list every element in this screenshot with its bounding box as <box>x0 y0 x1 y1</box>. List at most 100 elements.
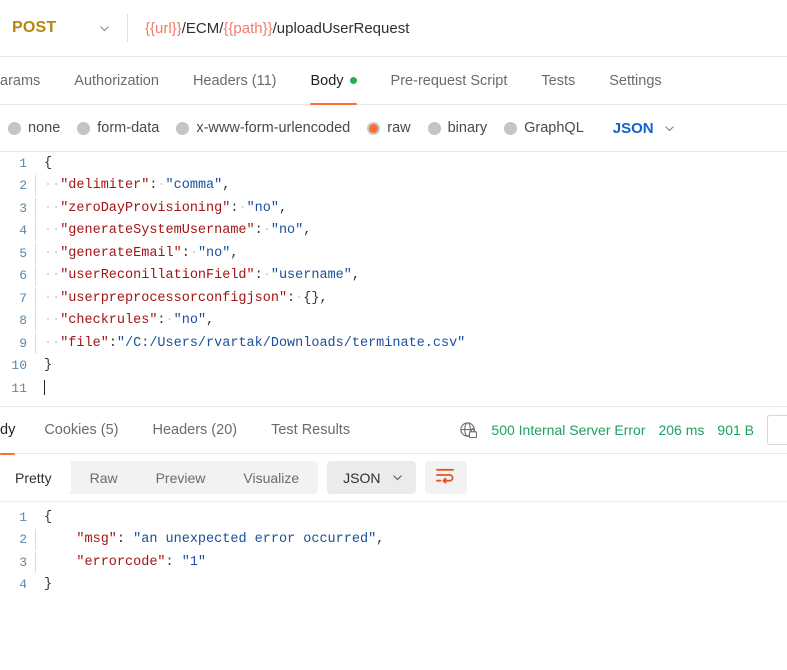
response-tab-body[interactable]: dy <box>0 407 27 455</box>
tab-pre-request-script-label: Pre-request Script <box>390 72 508 89</box>
tab-params[interactable]: arams <box>0 57 57 104</box>
code-line-text: } <box>44 358 53 374</box>
tab-headers[interactable]: Headers (11) <box>176 57 294 104</box>
view-mode-visualize-label: Visualize <box>243 469 300 486</box>
radio-icon-raw-selected <box>367 121 381 135</box>
line-number: 7 <box>19 290 27 306</box>
code-line-text: "msg": "an unexpected error occurred", <box>35 529 384 551</box>
code-line-text: { <box>44 155 53 171</box>
code-line: 5 ··"generateEmail":·"no", <box>0 242 787 265</box>
tab-pre-request-script[interactable]: Pre-request Script <box>374 57 525 104</box>
view-mode-preview[interactable]: Preview <box>137 461 225 494</box>
body-format-selector[interactable]: JSON <box>613 120 676 137</box>
code-line-text: ··"userReconillationField":·"username", <box>35 265 360 287</box>
chevron-down-icon[interactable] <box>98 22 111 35</box>
code-line-text: ··"zeroDayProvisioning":·"no", <box>35 197 287 219</box>
code-line: 1{ <box>0 152 787 175</box>
url-path-part-2: /uploadUserRequest <box>272 19 410 37</box>
request-body-editor[interactable]: 1{2 ··"delimiter":·"comma", 3 ··"zeroDayPro… <box>0 152 787 407</box>
code-line-text: ··"file":"/C:/Users/rvartak/Downloads/te… <box>35 332 465 354</box>
line-number: 4 <box>19 577 27 593</box>
body-modified-dot-icon <box>349 77 357 84</box>
response-format-label: JSON <box>343 469 381 486</box>
code-line: 3 "errorcode": "1" <box>0 551 787 574</box>
code-line: 3 ··"zeroDayProvisioning":·"no", <box>0 197 787 220</box>
code-line: 11 <box>0 377 787 400</box>
body-type-graphql[interactable]: GraphQL <box>504 120 584 136</box>
code-line-text: ··"userpreprocessorconfigjson":·{}, <box>35 287 328 309</box>
url-bar: POST {{url}}/ECM/{{path}}/uploadUserRequ… <box>0 0 787 57</box>
radio-icon-graphql <box>504 121 518 135</box>
word-wrap-icon <box>435 467 456 489</box>
code-line: 2 "msg": "an unexpected error occurred", <box>0 529 787 552</box>
radio-icon-none <box>8 121 21 135</box>
line-number: 8 <box>19 313 27 329</box>
body-type-binary-label: binary <box>447 120 488 136</box>
response-status-text: 500 Internal Server Error <box>491 422 646 438</box>
body-type-none-label: none <box>28 120 61 136</box>
url-input[interactable]: {{url}}/ECM/{{path}}/uploadUserRequest <box>128 0 787 56</box>
url-variable-path: {{path}} <box>223 19 273 37</box>
chevron-down-icon[interactable] <box>663 122 676 135</box>
line-number: 2 <box>19 178 27 194</box>
code-line: 10} <box>0 355 787 378</box>
response-body-viewer[interactable]: 1{2 "msg": "an unexpected error occurred… <box>0 502 787 642</box>
radio-icon-binary <box>427 121 441 135</box>
code-line-text <box>35 380 45 396</box>
code-line-text: { <box>44 509 53 525</box>
response-format-selector[interactable]: JSON <box>327 461 416 494</box>
url-variable-url: {{url}} <box>145 19 182 37</box>
line-number: 5 <box>19 245 27 261</box>
body-type-graphql-label: GraphQL <box>524 120 584 136</box>
response-status-area: 500 Internal Server Error 206 ms 901 B <box>459 415 787 445</box>
response-time: 206 ms <box>658 422 705 438</box>
request-body-code[interactable]: 1{2 ··"delimiter":·"comma", 3 ··"zeroDayPro… <box>0 152 787 400</box>
view-mode-raw[interactable]: Raw <box>71 461 137 494</box>
view-mode-pretty[interactable]: Pretty <box>0 461 71 494</box>
view-mode-visualize[interactable]: Visualize <box>224 461 318 494</box>
response-tabs: dy Cookies (5) Headers (20) Test Results… <box>0 407 787 455</box>
word-wrap-toggle-button[interactable] <box>424 461 467 494</box>
globe-lock-icon[interactable] <box>459 421 478 440</box>
url-path-part-1: /ECM/ <box>181 19 224 37</box>
tab-authorization[interactable]: Authorization <box>57 57 176 104</box>
code-line-text: "errorcode": "1" <box>35 551 206 573</box>
line-number: 9 <box>19 335 27 351</box>
tab-body[interactable]: Body <box>293 57 373 105</box>
http-method-label: POST <box>12 19 57 36</box>
code-line: 4} <box>0 574 787 597</box>
code-line: 2 ··"delimiter":·"comma", <box>0 175 787 198</box>
line-number: 1 <box>19 155 27 171</box>
response-view-toolbar: Pretty Raw Preview Visualize JSON <box>0 454 787 502</box>
response-tab-cookies-label: Cookies (5) <box>44 422 119 438</box>
tab-settings[interactable]: Settings <box>592 57 678 104</box>
body-type-form-data[interactable]: form-data <box>77 120 159 136</box>
code-line: 7 ··"userpreprocessorconfigjson":·{}, <box>0 287 787 310</box>
code-line-text: } <box>44 577 53 593</box>
body-type-raw[interactable]: raw <box>367 120 411 136</box>
response-tab-headers-label: Headers (20) <box>152 422 238 438</box>
body-type-binary[interactable]: binary <box>427 120 488 136</box>
chevron-down-icon[interactable] <box>391 471 404 484</box>
body-type-urlencoded[interactable]: x-www-form-urlencoded <box>176 120 350 136</box>
tab-tests-label: Tests <box>541 72 576 89</box>
body-type-none[interactable]: none <box>8 120 60 136</box>
response-tab-cookies[interactable]: Cookies (5) <box>27 407 135 454</box>
code-line: 9 ··"file":"/C:/Users/rvartak/Downloads/t… <box>0 332 787 355</box>
tab-tests[interactable]: Tests <box>524 57 592 104</box>
radio-icon-form-data <box>77 121 91 135</box>
view-mode-preview-label: Preview <box>155 469 206 486</box>
text-cursor <box>44 380 45 396</box>
code-line: 6 ··"userReconillationField":·"username", <box>0 265 787 288</box>
code-line-text: ··"checkrules":·"no", <box>35 310 214 332</box>
line-number: 6 <box>19 268 27 284</box>
code-line-text: ··"generateSystemUsername":·"no", <box>35 220 311 242</box>
http-method-selector[interactable]: POST <box>0 0 127 56</box>
tab-body-label: Body <box>310 72 344 89</box>
line-number: 11 <box>11 380 27 396</box>
save-response-button[interactable] <box>767 415 787 445</box>
code-line-text: ··"generateEmail":·"no", <box>35 242 238 264</box>
response-tab-test-results[interactable]: Test Results <box>254 407 367 454</box>
response-tab-headers[interactable]: Headers (20) <box>135 407 254 454</box>
line-number: 10 <box>11 358 27 374</box>
